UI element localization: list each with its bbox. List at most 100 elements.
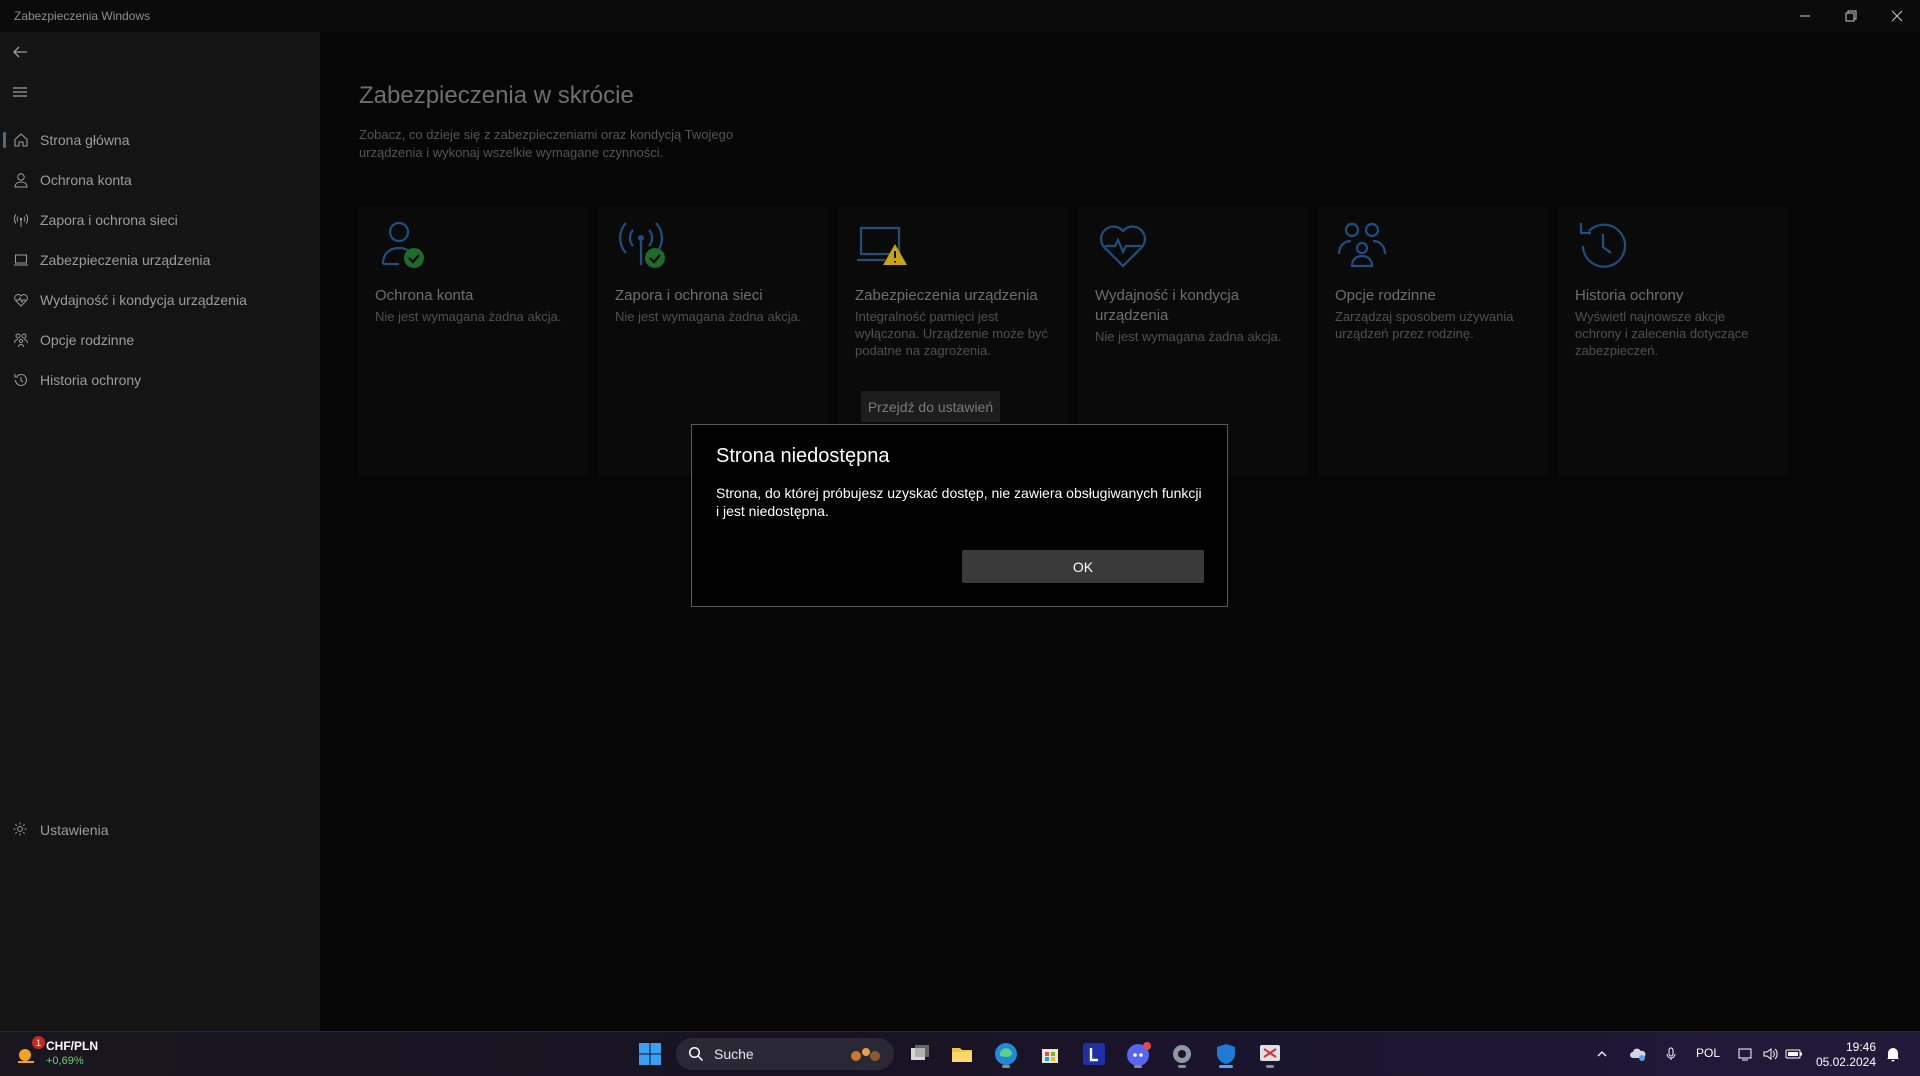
widget-title: CHF/PLN (46, 1039, 98, 1053)
running-indicator (1266, 1065, 1274, 1068)
running-indicator (1178, 1065, 1186, 1068)
menu-button[interactable] (8, 80, 32, 104)
file-explorer-button[interactable] (946, 1038, 978, 1070)
running-indicator (1134, 1065, 1142, 1068)
clock-date: 05.02.2024 (1815, 1055, 1876, 1069)
card-description: Wyświetl najnowsze akcje ochrony i zalec… (1575, 309, 1749, 358)
card-family-options[interactable]: Opcje rodzinne Zarządzaj sposobem używan… (1318, 206, 1548, 476)
shield-icon (1217, 1044, 1235, 1064)
laptop-warning-icon (857, 226, 907, 265)
family-icon (12, 331, 30, 349)
person-icon (12, 171, 30, 189)
l-app-button[interactable] (1078, 1038, 1110, 1070)
page-title: Zabezpieczenia w skrócie (359, 82, 634, 109)
wifi-antenna-check-icon (619, 222, 665, 268)
notifications-button[interactable] (1880, 1038, 1906, 1070)
sidebar-item-label: Opcje rodzinne (40, 332, 135, 348)
sidebar-item-history[interactable]: Historia ochrony (0, 362, 320, 398)
widget-change: +0,69% (46, 1055, 84, 1067)
snipping-tool-button[interactable] (1254, 1038, 1286, 1070)
dialog-message: Strona, do której próbujesz uzyskać dost… (716, 485, 1202, 519)
onedrive-tray-icon[interactable] (1625, 1038, 1651, 1070)
card-description: Zarządzaj sposobem używania urządzeń prz… (1335, 309, 1514, 341)
taskbar: 1 CHF/PLN +0,69% Suche POL 19:46 05.02.2… (0, 1031, 1920, 1076)
gear-icon (1173, 1045, 1191, 1063)
settings-label: Ustawienia (40, 822, 109, 838)
hamburger-icon (13, 87, 27, 97)
notification-badge: 1 (32, 1036, 45, 1049)
go-to-settings-button[interactable]: Przejdź do ustawień (861, 391, 1000, 422)
task-view-icon (911, 1045, 929, 1060)
family-icon (1337, 222, 1387, 268)
close-icon (1891, 10, 1903, 22)
card-title: Zapora i ochrona sieci (615, 287, 763, 304)
bell-icon (1887, 1048, 1899, 1062)
windows-security-button[interactable] (1210, 1038, 1242, 1070)
restore-icon (1845, 10, 1857, 22)
history-icon (12, 371, 30, 389)
history-icon (1579, 223, 1627, 268)
taskbar-search[interactable]: Suche (676, 1038, 894, 1070)
card-title: Ochrona konta (375, 287, 474, 304)
sidebar-item-device-security[interactable]: Zabezpieczenia urządzenia (0, 242, 320, 278)
microphone-tray-icon[interactable] (1659, 1038, 1683, 1070)
card-description: Nie jest wymagana żadna akcja. (1095, 329, 1282, 344)
cloud-icon (1630, 1048, 1646, 1061)
dialog-title: Strona niedostępna (716, 445, 890, 467)
discord-icon (1127, 1042, 1151, 1066)
battery-tray-icon[interactable] (1782, 1038, 1806, 1070)
card-title: Opcje rodzinne (1335, 287, 1436, 304)
sidebar-item-performance[interactable]: Wydajność i kondycja urządzenia (0, 282, 320, 318)
sidebar-item-home[interactable]: Strona główna (0, 122, 320, 158)
sidebar-item-label: Wydajność i kondycja urządzenia (40, 292, 247, 308)
folder-icon (952, 1048, 972, 1062)
close-button[interactable] (1874, 0, 1920, 32)
sidebar-item-account[interactable]: Ochrona konta (0, 162, 320, 198)
clock[interactable]: 19:46 05.02.2024 (1810, 1040, 1876, 1070)
volume-tray-icon[interactable] (1758, 1038, 1782, 1070)
minimize-icon (1800, 15, 1810, 17)
snipping-tool-icon (1260, 1045, 1280, 1061)
search-label: Suche (714, 1046, 754, 1062)
back-arrow-icon (13, 46, 27, 58)
card-account-protection[interactable]: Ochrona konta Nie jest wymagana żadna ak… (358, 206, 588, 476)
clock-time: 19:46 (1845, 1040, 1876, 1054)
battery-icon (1785, 1049, 1802, 1059)
settings-app-button[interactable] (1166, 1038, 1198, 1070)
sidebar-item-family[interactable]: Opcje rodzinne (0, 322, 320, 358)
store-icon (1042, 1049, 1058, 1063)
sidebar-item-label: Ochrona konta (40, 172, 132, 188)
language-indicator[interactable]: POL (1696, 1046, 1720, 1060)
title-bar: Zabezpieczenia Windows (0, 0, 1920, 32)
heart-icon (12, 291, 30, 309)
start-button[interactable] (634, 1038, 666, 1070)
back-button[interactable] (8, 40, 32, 64)
running-indicator (1002, 1065, 1010, 1068)
gear-icon (12, 821, 30, 839)
restore-button[interactable] (1828, 0, 1874, 32)
card-title: Wydajność i kondycja urządzenia (1095, 287, 1240, 324)
sidebar-item-label: Zapora i ochrona sieci (40, 212, 178, 228)
settings-button[interactable]: Ustawienia (0, 812, 320, 848)
person-check-icon (381, 221, 424, 268)
home-icon (12, 131, 30, 149)
show-hidden-icons-button[interactable] (1590, 1038, 1614, 1070)
minimize-button[interactable] (1782, 0, 1828, 32)
sidebar-item-firewall[interactable]: Zapora i ochrona sieci (0, 202, 320, 238)
task-view-button[interactable] (904, 1038, 936, 1070)
wifi-antenna-icon (12, 211, 30, 229)
card-protection-history[interactable]: Historia ochrony Wyświetl najnowsze akcj… (1558, 206, 1788, 476)
search-icon (688, 1046, 704, 1062)
currency-widget[interactable]: 1 CHF/PLN +0,69% (14, 1036, 98, 1070)
laptop-icon (12, 251, 30, 269)
ok-button[interactable]: OK (962, 550, 1204, 583)
sidebar: Strona główna Ochrona konta Zapora i och… (0, 32, 320, 1031)
chevron-up-icon (1597, 1051, 1607, 1057)
network-tray-icon[interactable] (1734, 1038, 1758, 1070)
edge-browser-icon (995, 1043, 1017, 1065)
microphone-icon (1666, 1047, 1676, 1060)
store-button[interactable] (1034, 1038, 1066, 1070)
card-description: Nie jest wymagana żadna akcja. (375, 309, 562, 324)
edge-button[interactable] (990, 1038, 1022, 1070)
discord-button[interactable] (1122, 1038, 1154, 1070)
